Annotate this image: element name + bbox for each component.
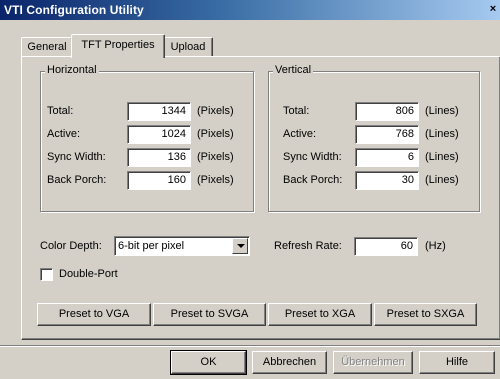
chevron-down-icon[interactable] [232,238,248,254]
horizontal-back-porch-unit: (Pixels) [197,174,234,186]
horizontal-group: Horizontal Total: 1344 (Pixels) Active: … [40,64,254,212]
double-port-checkbox[interactable] [40,268,53,281]
refresh-rate-unit: (Hz) [425,240,446,252]
vertical-active-field[interactable]: 768 [355,125,419,144]
horizontal-total-unit: (Pixels) [197,105,234,117]
color-depth-label: Color Depth: [40,240,102,252]
tab-tft-properties[interactable]: TFT Properties [71,34,165,58]
vertical-total-field[interactable]: 806 [355,102,419,121]
horizontal-legend: Horizontal [45,64,99,76]
close-icon[interactable]: × [486,3,500,17]
preset-vga-button[interactable]: Preset to VGA [37,303,151,326]
tab-upload[interactable]: Upload [163,37,213,57]
preset-xga-button[interactable]: Preset to XGA [268,303,372,326]
title-bar: VTI Configuration Utility × [0,0,500,20]
refresh-rate-label: Refresh Rate: [274,240,342,252]
double-port-label: Double-Port [59,268,118,280]
color-depth-value: 6-bit per pixel [118,240,185,252]
vertical-sync-width-field[interactable]: 6 [355,148,419,167]
vertical-back-porch-label: Back Porch: [283,174,343,186]
vertical-active-unit: (Lines) [425,128,459,140]
cancel-label: Abbrechen [262,356,317,368]
preset-sxga-button[interactable]: Preset to SXGA [374,303,477,326]
vertical-total-label: Total: [283,105,310,117]
apply-label: Übernehmen [341,356,405,368]
color-depth-select[interactable]: 6-bit per pixel [114,236,250,256]
preset-sxga-label: Preset to SXGA [386,308,465,320]
preset-svga-button[interactable]: Preset to SVGA [153,303,266,326]
refresh-rate-field[interactable]: 60 [354,237,418,256]
help-button[interactable]: Hilfe [419,351,495,374]
preset-svga-label: Preset to SVGA [170,308,249,320]
vertical-sync-width-unit: (Lines) [425,151,459,163]
window-title: VTI Configuration Utility [4,3,144,17]
preset-vga-label: Preset to VGA [58,308,130,320]
vertical-back-porch-unit: (Lines) [425,174,459,186]
horizontal-active-field[interactable]: 1024 [127,125,191,144]
vertical-legend: Vertical [273,64,314,76]
horizontal-active-label: Active: [47,128,81,140]
apply-button: Übernehmen [333,351,413,374]
vertical-active-label: Active: [283,128,317,140]
vertical-total-unit: (Lines) [425,105,459,117]
tab-panel: Horizontal Total: 1344 (Pixels) Active: … [21,56,500,340]
help-label: Hilfe [445,356,468,368]
horizontal-back-porch-field[interactable]: 160 [127,171,191,190]
vertical-group: Vertical Total: 806 (Lines) Active: 768 … [268,64,480,212]
horizontal-back-porch-label: Back Porch: [47,174,107,186]
separator [0,345,500,347]
horizontal-active-unit: (Pixels) [197,128,234,140]
horizontal-sync-width-label: Sync Width: [47,151,106,163]
cancel-button[interactable]: Abbrechen [252,351,327,374]
horizontal-sync-width-unit: (Pixels) [197,151,234,163]
horizontal-sync-width-field[interactable]: 136 [127,148,191,167]
preset-xga-label: Preset to XGA [284,308,356,320]
vertical-sync-width-label: Sync Width: [283,151,342,163]
ok-label: OK [200,356,217,368]
tab-general[interactable]: General [21,37,73,57]
horizontal-total-label: Total: [47,105,74,117]
ok-button[interactable]: OK [170,350,247,375]
vertical-back-porch-field[interactable]: 30 [355,171,419,190]
horizontal-total-field[interactable]: 1344 [127,102,191,121]
